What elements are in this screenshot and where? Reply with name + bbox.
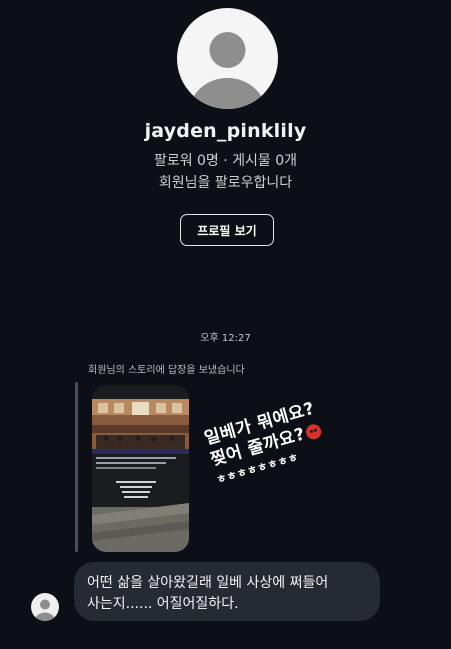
message-timestamp: 오후 12:27: [200, 333, 251, 344]
story-screenshot-image: [92, 385, 189, 552]
story-overlay-text: 일베가 뭐에요? 찢어 줄까요? ㅎㅎㅎㅎㅎㅎㅎㅎ: [202, 393, 344, 488]
story-reply-label: 회원님의 스토리에 답장을 보냈습니다: [88, 365, 245, 376]
profile-stats: 팔로워 0명 · 게시물 0개: [153, 153, 298, 169]
view-profile-button[interactable]: 프로필 보기: [180, 214, 274, 246]
profile-username: jayden_pinklily: [144, 120, 307, 142]
follows-you-note: 회원님을 팔로우합니다: [158, 175, 293, 191]
default-avatar-icon: [34, 599, 56, 621]
sender-avatar[interactable]: [31, 593, 59, 621]
message-bubble[interactable]: 어떤 삶을 살아왔길래 일베 사상에 쩌들어 사는지...... 어질어질하다.: [74, 562, 380, 621]
default-avatar-icon: [189, 32, 266, 109]
profile-avatar[interactable]: [177, 8, 278, 109]
reply-quote-bar: [75, 382, 78, 552]
angry-face-icon: [304, 421, 324, 441]
story-thumbnail[interactable]: [92, 385, 189, 552]
